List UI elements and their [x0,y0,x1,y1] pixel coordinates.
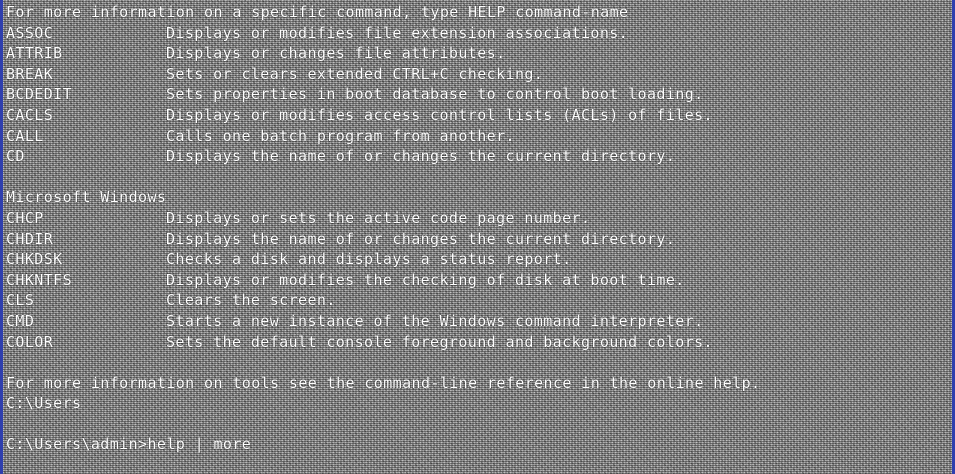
terminal-line: BREAK Sets or clears extended CTRL+C chec… [6,64,946,85]
terminal-window[interactable]: For more information on a specific comma… [0,0,955,474]
terminal-line: CHKNTFS Displays or modifies the checking… [6,270,946,291]
terminal-line: ATTRIB Displays or changes file attribute… [6,43,946,64]
command-description: Sets the default console foreground and … [166,332,713,351]
terminal-line: CLS Clears the screen. [6,290,946,311]
terminal-output[interactable]: For more information on a specific comma… [6,2,946,474]
command-name: CHDIR [6,229,54,248]
terminal-line: COLOR Sets the default console foreground… [6,332,946,353]
command-name: CD [6,147,25,166]
command-description: Displays or modifies access control list… [166,105,713,124]
command-description: Starts a new instance of the Windows com… [166,311,704,330]
window-left-border [0,0,3,474]
command-name: CHKDSK [6,250,63,269]
terminal-line: CD Displays the name of or changes the cu… [6,146,946,167]
output-text: C:\Users [6,394,82,413]
command-description: Sets properties in boot database to cont… [166,85,704,104]
command-name: CALL [6,126,44,145]
terminal-line: ASSOC Displays or modifies file extension… [6,23,946,44]
command-description: Clears the screen. [166,291,336,310]
command-description: Displays the name of or changes the curr… [166,229,676,248]
command-name: COLOR [6,332,54,351]
terminal-line: CHKDSK Checks a disk and displays a statu… [6,249,946,270]
command-name: BCDEDIT [6,85,73,104]
output-text: C:\Users\admin>help | more [6,435,252,454]
command-description: Displays the name of or changes the curr… [166,147,676,166]
command-description: Displays or modifies file extension asso… [166,23,629,42]
command-description: Checks a disk and displays a status repo… [166,250,572,269]
command-name: CHCP [6,208,44,227]
command-name: ASSOC [6,23,54,42]
terminal-line: CHCP Displays or sets the active code pag… [6,208,946,229]
output-text: For more information on a specific comma… [6,3,629,21]
output-text: For more information on tools see the co… [6,373,761,392]
terminal-line: Microsoft Windows [6,187,946,208]
command-description: Displays or sets the active code page nu… [166,208,591,227]
command-description: Calls one batch program from another. [166,126,515,145]
command-name: CLS [6,291,35,310]
terminal-line: C:\Users\admin>help | more [6,434,946,455]
terminal-line: BCDEDIT Sets properties in boot database … [6,84,946,105]
command-description: Displays or modifies the checking of dis… [166,270,685,289]
command-name: ATTRIB [6,44,63,63]
terminal-line: CALL Calls one batch program from another… [6,126,946,147]
command-name: CHKNTFS [6,270,73,289]
terminal-line: CMD Starts a new instance of the Windows … [6,311,946,332]
terminal-line: C:\Users [6,393,946,414]
command-description: Displays or changes file attributes. [166,44,506,63]
terminal-line: For more information on tools see the co… [6,373,946,394]
terminal-line: CHDIR Displays the name of or changes the… [6,229,946,250]
output-text: Microsoft Windows [6,188,167,207]
command-name: CACLS [6,105,54,124]
terminal-line: For more information on a specific comma… [6,2,946,23]
command-name: BREAK [6,64,54,83]
terminal-line: CACLS Displays or modifies access control… [6,105,946,126]
command-description: Sets or clears extended CTRL+C checking. [166,64,544,83]
command-name: CMD [6,311,35,330]
